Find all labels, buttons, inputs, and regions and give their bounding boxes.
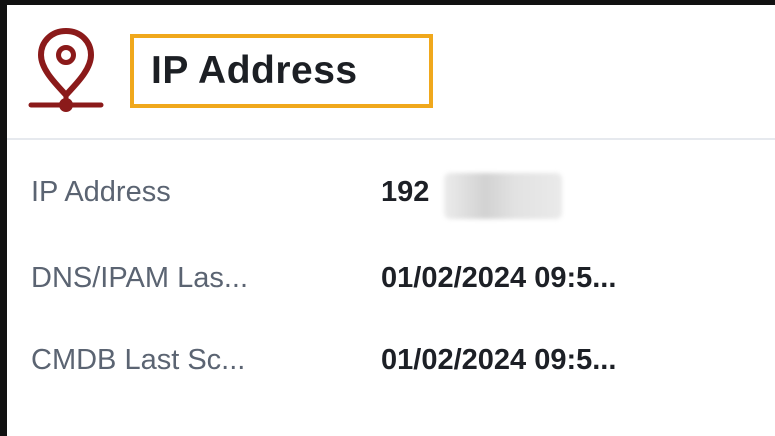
redacted-ip-blur xyxy=(444,173,562,219)
location-pin-icon xyxy=(28,28,104,112)
field-label: CMDB Last Sc... xyxy=(31,344,246,376)
panel-title: IP Address xyxy=(151,49,358,92)
title-highlight-box: IP Address xyxy=(130,34,433,108)
panel-header: IP Address xyxy=(7,5,775,140)
ip-address-panel: IP Address IP Address 192 DNS/IPAM Las..… xyxy=(0,0,775,436)
field-label: IP Address xyxy=(31,176,171,208)
field-row-dns-ipam-last: DNS/IPAM Las... 01/02/2024 09:5... xyxy=(7,253,775,303)
field-value[interactable]: 192 xyxy=(381,167,429,217)
field-value[interactable]: 01/02/2024 09:5... xyxy=(381,253,616,303)
field-label: DNS/IPAM Las... xyxy=(31,262,249,294)
field-row-cmdb-last-scan: CMDB Last Sc... 01/02/2024 09:5... xyxy=(7,335,775,385)
field-value[interactable]: 01/02/2024 09:5... xyxy=(381,335,616,385)
field-row-ip-address: IP Address 192 xyxy=(7,167,775,217)
